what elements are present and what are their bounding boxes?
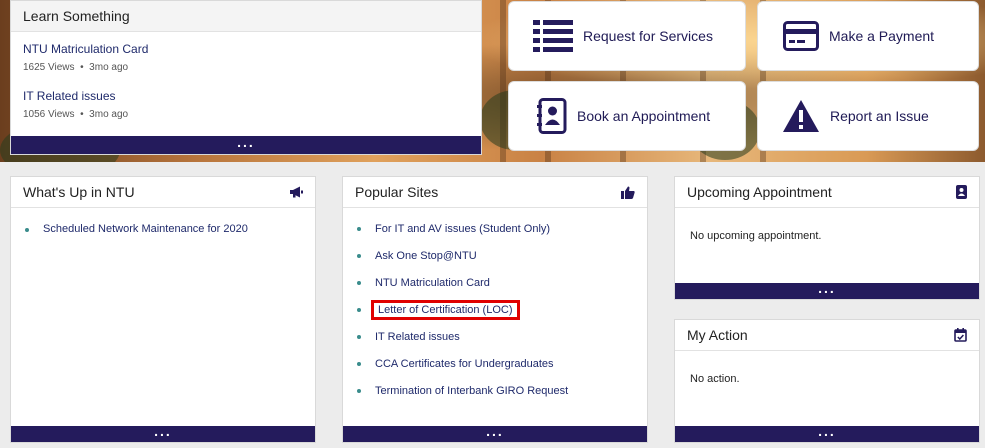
whats-up-header: What's Up in NTU (11, 177, 315, 208)
report-issue-tile[interactable]: Report an Issue (757, 81, 979, 151)
learn-something-card: Learn Something NTU Matriculation Card 1… (10, 0, 482, 155)
make-payment-tile[interactable]: Make a Payment (757, 1, 979, 71)
bullet-dot (25, 228, 29, 232)
popular-sites-header: Popular Sites (343, 177, 647, 208)
bullet-dot (357, 254, 361, 258)
request-services-label[interactable]: Request for Services (583, 28, 713, 44)
learn-something-title: Learn Something (23, 8, 130, 24)
upcoming-appointment-header: Upcoming Appointment (675, 177, 979, 208)
bullet-dot (357, 227, 361, 231)
learn-item-title[interactable]: IT Related issues (23, 89, 469, 103)
upcoming-appointment-card: Upcoming Appointment No upcoming appoint… (674, 176, 980, 300)
learn-something-header: Learn Something (11, 1, 481, 32)
my-action-header: My Action (675, 320, 979, 351)
list-item[interactable]: Scheduled Network Maintenance for 2020 (25, 222, 315, 249)
bullet-dot (357, 335, 361, 339)
book-appointment-tile[interactable]: Book an Appointment (508, 81, 746, 151)
list-item[interactable]: NTU Matriculation Card (357, 276, 647, 303)
my-action-card: My Action No action. ... (674, 319, 980, 443)
bullet-dot (357, 362, 361, 366)
list-item-highlighted[interactable]: Letter of Certification (LOC) (357, 300, 647, 330)
whats-up-title: What's Up in NTU (23, 184, 135, 200)
thumbs-up-icon (621, 186, 635, 199)
my-action-title: My Action (687, 327, 748, 343)
my-action-more-button[interactable]: ... (675, 424, 979, 442)
bullet-dot (357, 389, 361, 393)
learn-item-title[interactable]: NTU Matriculation Card (23, 42, 469, 56)
contact-book-icon (537, 98, 567, 134)
warning-icon (783, 100, 819, 132)
my-action-message: No action. (690, 373, 740, 385)
whats-up-more-button[interactable]: ... (11, 424, 315, 442)
popular-sites-list: For IT and AV issues (Student Only) Ask … (343, 208, 647, 411)
calendar-check-icon (954, 328, 967, 342)
list-item[interactable]: IT Related issues (357, 330, 647, 357)
learn-item-meta: 1056 Views • 3mo ago (23, 109, 129, 120)
list-icon (533, 20, 573, 52)
whats-up-list: Scheduled Network Maintenance for 2020 (11, 208, 315, 249)
whats-up-card: What's Up in NTU Scheduled Network Maint… (10, 176, 316, 443)
list-item[interactable]: Termination of Interbank GIRO Request (357, 384, 647, 411)
list-item[interactable]: Ask One Stop@NTU (357, 249, 647, 276)
list-item[interactable]: CCA Certificates for Undergraduates (357, 357, 647, 384)
upcoming-appointment-message: No upcoming appointment. (690, 230, 822, 242)
popular-sites-more-button[interactable]: ... (343, 424, 647, 442)
learn-item-it-issues[interactable]: IT Related issues 1056 Views • 3mo ago (11, 89, 481, 120)
learn-item-matriculation[interactable]: NTU Matriculation Card 1625 Views • 3mo … (11, 42, 481, 73)
upcoming-appointment-title: Upcoming Appointment (687, 184, 832, 200)
credit-card-icon (783, 21, 819, 51)
highlighted-link[interactable]: Letter of Certification (LOC) (371, 300, 520, 320)
request-services-tile[interactable]: Request for Services (508, 1, 746, 71)
contact-book-icon (956, 185, 967, 199)
make-payment-label[interactable]: Make a Payment (829, 28, 934, 44)
learn-item-meta: 1625 Views • 3mo ago (23, 62, 129, 73)
bullet-dot (357, 281, 361, 285)
book-appointment-label[interactable]: Book an Appointment (577, 108, 710, 124)
megaphone-icon (290, 186, 303, 198)
bullet-dot (357, 308, 361, 312)
upcoming-appointment-more-button[interactable]: ... (675, 281, 979, 299)
popular-sites-title: Popular Sites (355, 184, 439, 200)
learn-more-button[interactable]: ... (11, 135, 481, 154)
popular-sites-card: Popular Sites For IT and AV issues (Stud… (342, 176, 648, 443)
list-item[interactable]: For IT and AV issues (Student Only) (357, 222, 647, 249)
report-issue-label[interactable]: Report an Issue (830, 108, 929, 124)
